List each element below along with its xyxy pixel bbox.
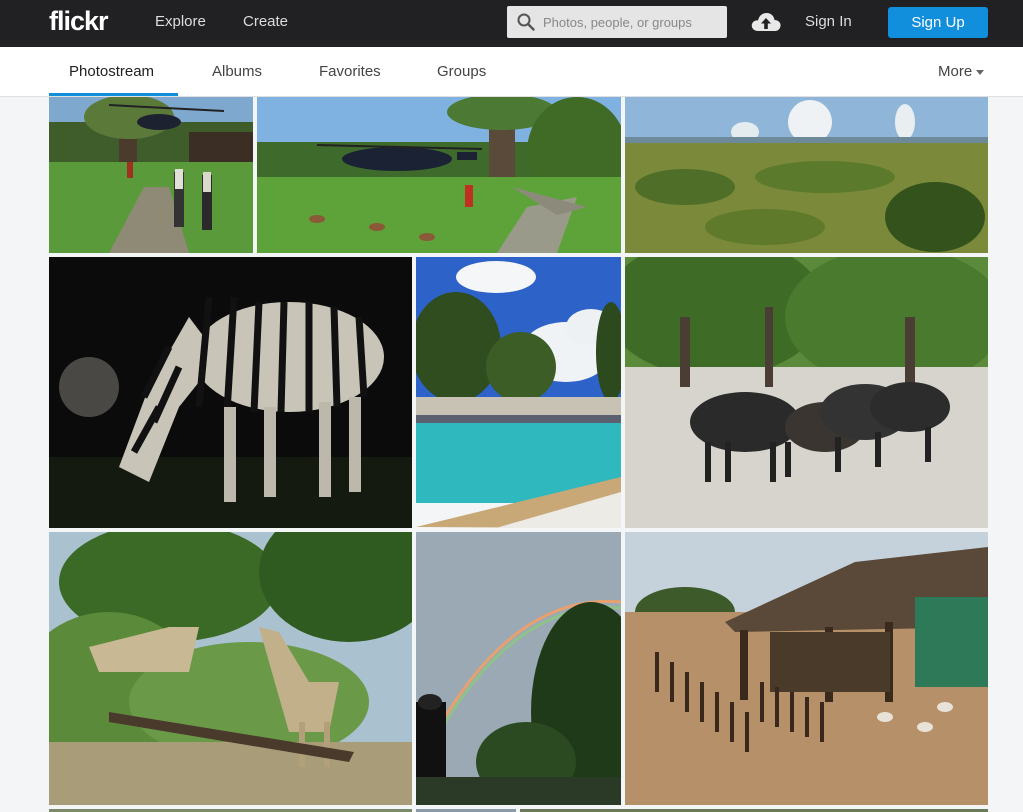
cloud-upload-icon[interactable]: [750, 9, 782, 35]
flickr-logo[interactable]: flickr: [49, 6, 109, 37]
photo-curio-stall[interactable]: [625, 532, 988, 805]
tab-albums[interactable]: Albums: [212, 63, 262, 80]
photo-wildebeest-herd[interactable]: [625, 257, 988, 528]
photo-pool-view[interactable]: [416, 257, 621, 528]
photo-helicopter-park[interactable]: [257, 97, 621, 253]
tab-favorites[interactable]: Favorites: [319, 63, 381, 80]
photo-victoria-falls-mist[interactable]: [625, 97, 988, 253]
more-menu[interactable]: More: [938, 63, 985, 80]
tab-photostream[interactable]: Photostream: [69, 63, 154, 80]
search-icon[interactable]: [517, 13, 535, 31]
nav-create-link[interactable]: Create: [243, 13, 288, 30]
photo-rainbow-falls[interactable]: [416, 532, 621, 805]
caret-down-icon: [976, 69, 985, 75]
photo-helicopter-lawn[interactable]: [49, 97, 253, 253]
search-box[interactable]: [507, 6, 727, 38]
sign-in-link[interactable]: Sign In: [805, 13, 852, 30]
more-label: More: [938, 63, 973, 80]
active-tab-indicator: [49, 93, 178, 96]
sign-up-button[interactable]: Sign Up: [888, 7, 988, 38]
profile-subnav: Photostream Albums Favorites Groups More: [0, 47, 1023, 97]
tab-groups[interactable]: Groups: [437, 63, 486, 80]
search-input[interactable]: [543, 6, 723, 38]
top-navigation-bar: flickr Explore Create Sign In Sign Up: [0, 0, 1023, 47]
photo-giraffes[interactable]: [49, 532, 412, 805]
photo-zebra-night[interactable]: [49, 257, 412, 528]
nav-explore-link[interactable]: Explore: [155, 13, 206, 30]
